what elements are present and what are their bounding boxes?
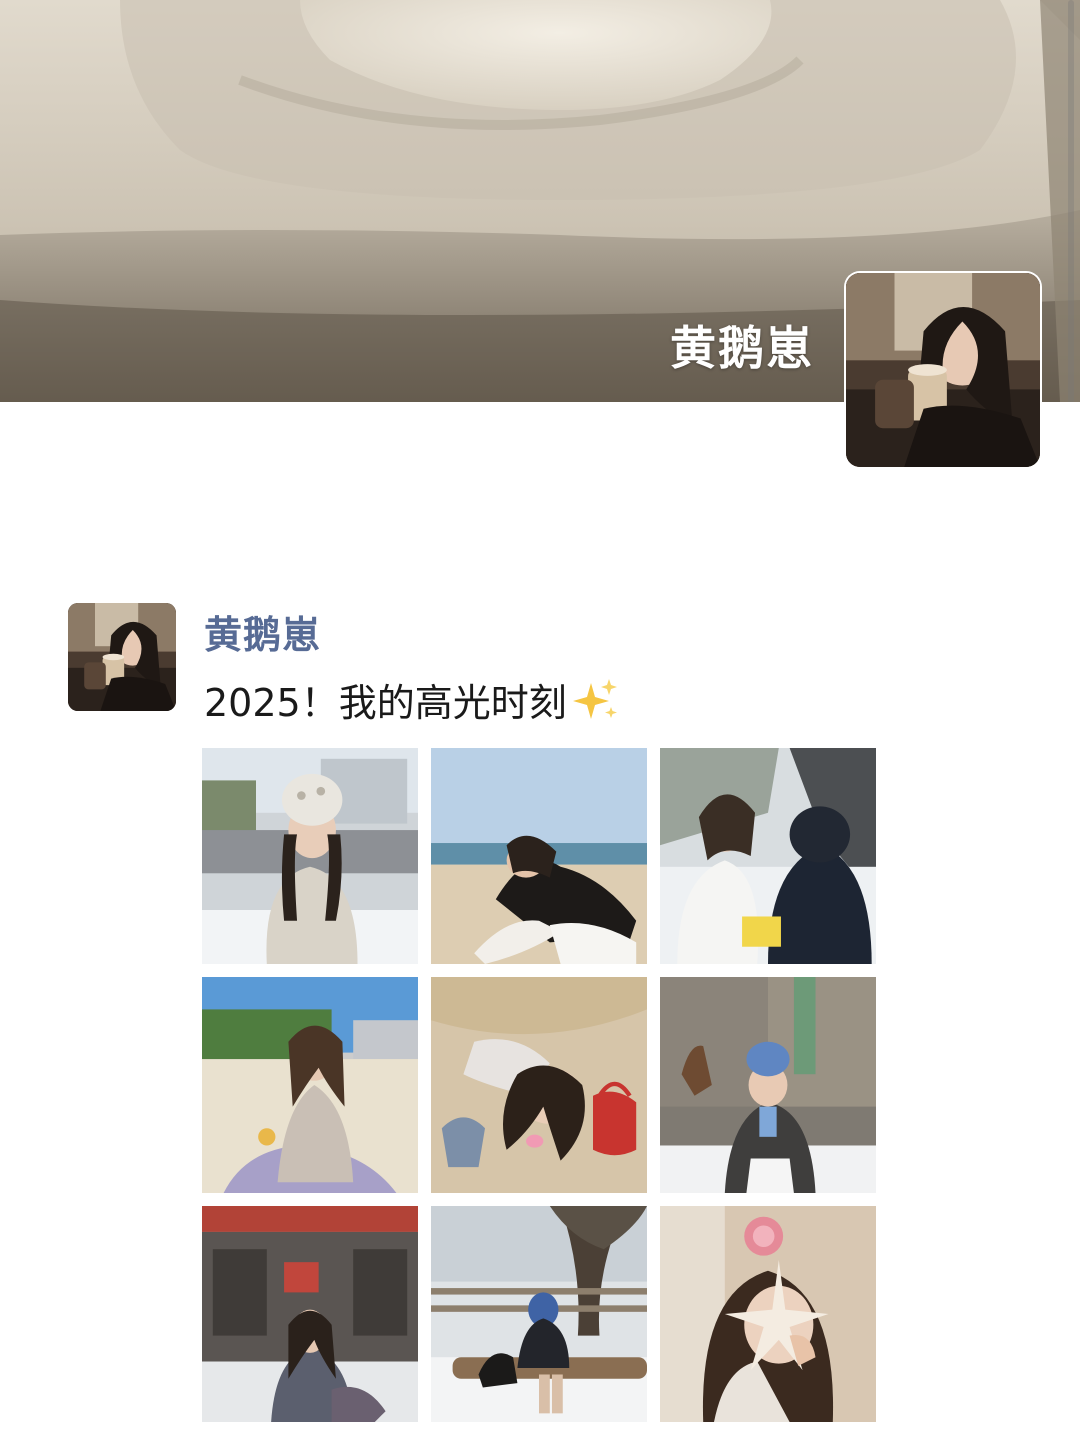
photo-thumbnail[interactable] <box>431 748 647 964</box>
avatar-photo <box>68 603 176 711</box>
avatar-photo <box>846 273 1040 467</box>
profile-name[interactable]: 黄鹅崽 <box>670 312 814 378</box>
sparkles-icon <box>571 677 621 723</box>
photo-thumbnail[interactable] <box>660 1206 876 1422</box>
post-avatar[interactable] <box>68 603 176 711</box>
photo-grid <box>202 748 876 1422</box>
moments-page: 黄鹅崽 黄鹅崽 2025！我的高光时刻 <box>0 0 1080 1438</box>
scrollbar[interactable] <box>1068 0 1074 402</box>
post-author-name[interactable]: 黄鹅崽 <box>204 604 321 659</box>
photo-thumbnail[interactable] <box>202 977 418 1193</box>
photo-thumbnail[interactable] <box>202 1206 418 1422</box>
profile-avatar[interactable] <box>846 273 1040 467</box>
post-text-content: 2025！我的高光时刻 <box>204 681 567 725</box>
photo-thumbnail[interactable] <box>660 977 876 1193</box>
photo-thumbnail[interactable] <box>431 1206 647 1422</box>
photo-thumbnail[interactable] <box>660 748 876 964</box>
photo-thumbnail[interactable] <box>431 977 647 1193</box>
photo-thumbnail[interactable] <box>202 748 418 964</box>
post-text: 2025！我的高光时刻 <box>204 672 621 727</box>
